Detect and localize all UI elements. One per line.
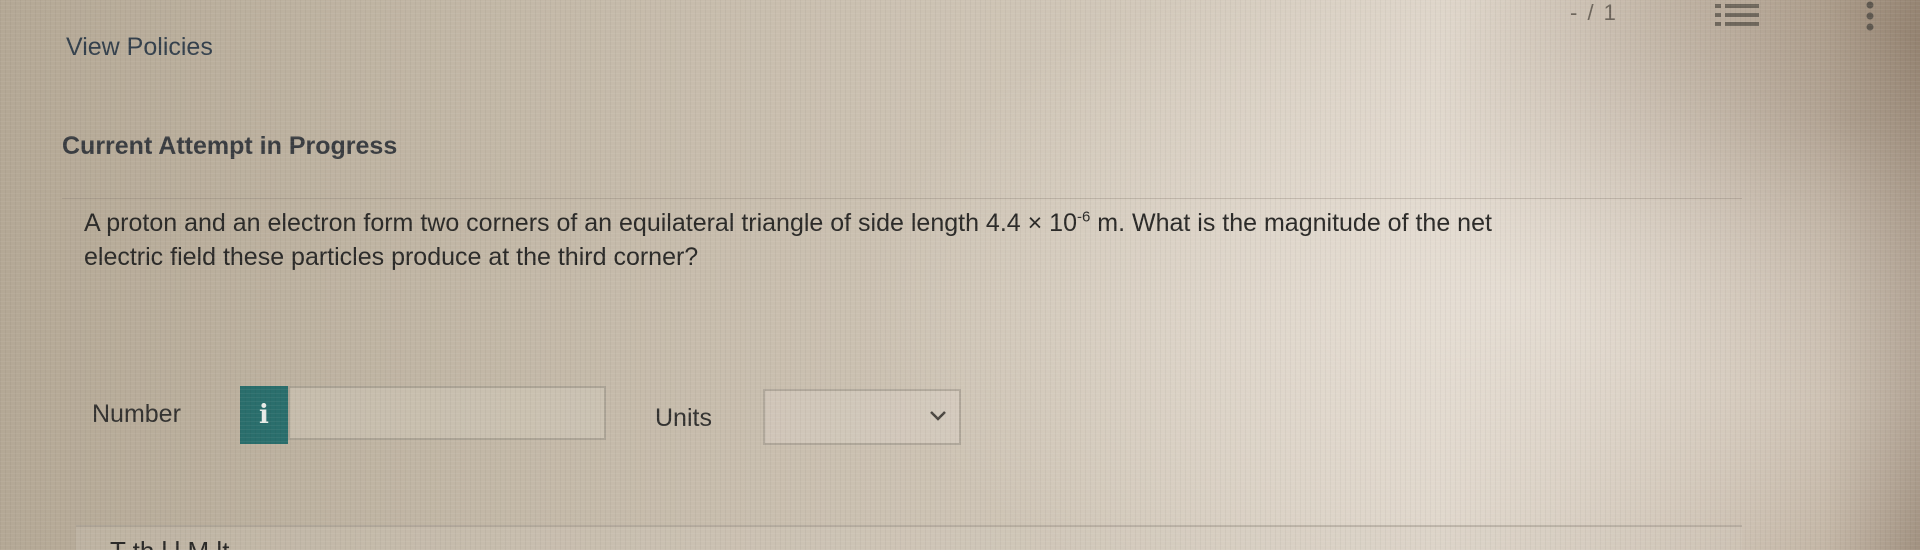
number-label: Number xyxy=(92,400,181,428)
kebab-icon[interactable] xyxy=(1865,0,1875,34)
next-question-text: T th l l M lt xyxy=(110,536,229,550)
units-label: Units xyxy=(655,404,712,432)
question-text: A proton and an electron form two corner… xyxy=(84,206,1684,274)
question-pager: - / 1 xyxy=(1570,0,1618,25)
answer-row: Number i Units xyxy=(92,384,992,445)
question-line1-start: A proton and an electron form two corner… xyxy=(84,209,1077,237)
chevron-down-icon xyxy=(930,411,946,421)
info-button[interactable]: i xyxy=(240,386,288,444)
number-input[interactable] xyxy=(288,386,606,440)
question-exponent: -6 xyxy=(1076,208,1091,226)
question-line2: electric field these particles produce a… xyxy=(84,243,699,271)
list-icon[interactable] xyxy=(1715,2,1759,28)
question-line1-end: m. What is the magnitude of the net xyxy=(1090,209,1492,237)
toolbar: - / 1 xyxy=(1500,0,1920,40)
info-icon: i xyxy=(259,400,269,430)
view-policies-link[interactable]: View Policies xyxy=(66,33,213,62)
next-question-panel xyxy=(76,525,1742,550)
units-select[interactable] xyxy=(763,389,961,445)
attempt-heading: Current Attempt in Progress xyxy=(62,132,398,160)
